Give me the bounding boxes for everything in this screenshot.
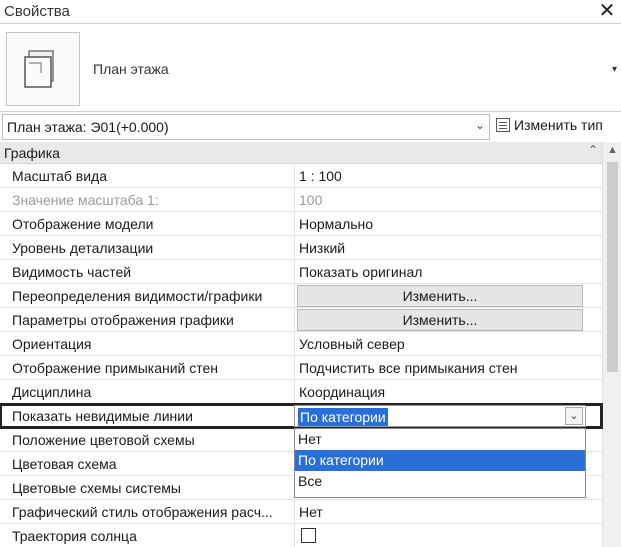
close-icon[interactable]: ✕ (597, 0, 617, 22)
floor-plan-thumbnail (6, 32, 80, 106)
property-name: Отображение примыканий стен (12, 360, 219, 376)
dropdown-option[interactable]: Все (295, 471, 585, 492)
property-name: Цветовые схемы системы (12, 480, 181, 496)
property-row: Переопределения видимости/графики Измени… (0, 284, 602, 308)
property-name: Цветовая схема (12, 456, 117, 472)
edit-type-label: Изменить тип (514, 117, 603, 133)
type-name: План этажа (93, 61, 169, 77)
property-name: Траектория солнца (12, 528, 137, 544)
scroll-up-icon[interactable]: ▲ (607, 144, 618, 156)
property-row[interactable]: Масштаб вида 1 : 100 (0, 164, 602, 188)
property-name: Показать невидимые линии (12, 408, 193, 424)
property-row[interactable]: Дисциплина Координация (0, 380, 602, 404)
window-title: Свойства (4, 3, 70, 20)
vertical-scrollbar[interactable]: ▲ (602, 142, 621, 547)
property-row-highlighted[interactable]: Показать невидимые линии По категории ⌄ (0, 403, 603, 429)
title-bar: Свойства ✕ (0, 0, 621, 24)
property-name: Параметры отображения графики (12, 312, 234, 328)
edit-type-icon (496, 118, 510, 132)
dropdown-option[interactable]: Нет (295, 429, 585, 450)
property-row: Траектория солнца (0, 524, 602, 547)
property-value[interactable]: Показать оригинал (294, 260, 588, 284)
property-row[interactable]: Графический стиль отображения расч... Не… (0, 500, 602, 524)
chevron-down-icon[interactable]: ⌄ (475, 118, 485, 132)
combobox-selected-value: По категории (298, 408, 388, 426)
property-name: Значение масштаба 1: (12, 192, 159, 208)
property-row[interactable]: Ориентация Условный север (0, 332, 602, 356)
type-selector[interactable]: План этажа ▾ (0, 24, 621, 112)
edit-type-button[interactable]: Изменить тип (496, 117, 603, 139)
property-row: Значение масштаба 1: 100 (0, 188, 602, 212)
scrollbar-thumb[interactable] (607, 162, 618, 372)
instance-filter-select[interactable]: План этажа: Э01(+0.000) ⌄ (2, 114, 490, 140)
property-value[interactable]: Подчистить все примыкания стен (294, 356, 588, 380)
graphic-display-edit-button[interactable]: Изменить... (297, 309, 583, 331)
visibility-overrides-edit-button[interactable]: Изменить... (297, 285, 583, 307)
property-value[interactable]: Нет (294, 500, 588, 524)
property-value[interactable]: Координация (294, 380, 588, 404)
instance-filter-value: План этажа: Э01(+0.000) (7, 119, 169, 135)
property-name: Видимость частей (12, 264, 132, 280)
group-header-graphics[interactable]: Графика ⌃ (0, 142, 602, 164)
property-name: Переопределения видимости/графики (12, 288, 263, 304)
property-value[interactable]: Низкий (294, 236, 588, 260)
property-name: Графический стиль отображения расч... (12, 504, 273, 520)
instance-filter-bar: План этажа: Э01(+0.000) ⌄ Изменить тип (0, 114, 621, 140)
collapse-icon[interactable]: ⌃ (588, 143, 598, 157)
floor-plan-icon (24, 50, 54, 88)
property-name: Дисциплина (12, 384, 92, 400)
chevron-down-icon[interactable]: ⌄ (565, 407, 583, 425)
hidden-lines-combobox[interactable]: По категории ⌄ (294, 405, 586, 427)
group-label: Графика (4, 145, 60, 161)
property-name: Ориентация (12, 336, 92, 352)
property-value-cell: Изменить... (294, 308, 588, 332)
property-name: Отображение модели (12, 216, 154, 232)
type-dropdown-arrow-icon[interactable]: ▾ (612, 64, 617, 75)
property-value-cell (294, 524, 588, 547)
property-row[interactable]: Отображение примыканий стен Подчистить в… (0, 356, 602, 380)
property-row: Параметры отображения графики Изменить..… (0, 308, 602, 332)
sun-path-checkbox[interactable] (301, 528, 316, 543)
property-row[interactable]: Отображение модели Нормально (0, 212, 602, 236)
property-name: Положение цветовой схемы (12, 432, 195, 448)
property-name: Масштаб вида (12, 168, 107, 184)
property-value: 100 (294, 188, 588, 212)
property-value[interactable]: 1 : 100 (294, 164, 588, 188)
property-row[interactable]: Видимость частей Показать оригинал (0, 260, 602, 284)
hidden-lines-dropdown-list: Нет По категории Все (294, 428, 586, 498)
dropdown-option-selected[interactable]: По категории (295, 450, 585, 471)
property-value[interactable]: Нормально (294, 212, 588, 236)
property-row[interactable]: Уровень детализации Низкий (0, 236, 602, 260)
property-value[interactable]: Условный север (294, 332, 588, 356)
property-value-cell: Изменить... (294, 284, 588, 308)
property-name: Уровень детализации (12, 240, 154, 256)
